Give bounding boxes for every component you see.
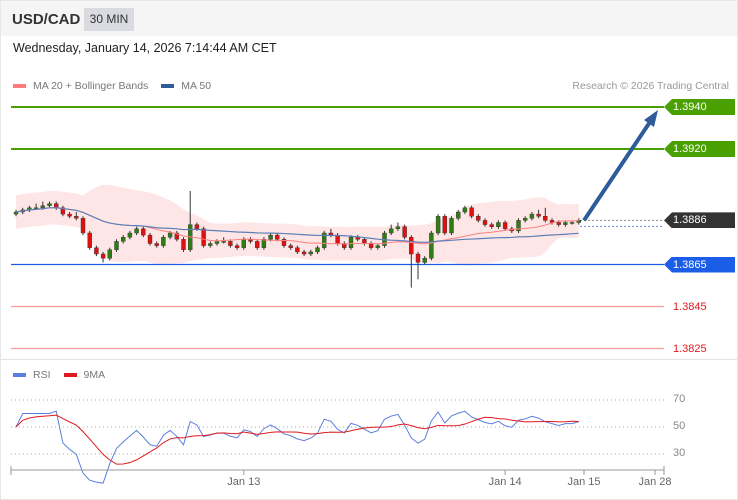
rsi-level-label: 70 <box>673 393 686 405</box>
candle <box>254 241 260 248</box>
candle <box>435 215 441 234</box>
candle <box>482 220 488 225</box>
candle <box>80 218 86 234</box>
candle <box>94 247 99 255</box>
price-tag-resistance: 1.3920 <box>664 141 735 157</box>
candle <box>462 207 468 213</box>
candle <box>569 222 575 224</box>
candle <box>54 203 59 209</box>
candle <box>422 258 427 263</box>
candle <box>120 236 126 242</box>
candle <box>362 239 367 244</box>
candle <box>402 226 407 238</box>
candle <box>476 215 481 221</box>
price-tag-pivot: 1.3865 <box>664 256 735 273</box>
candle <box>228 241 233 246</box>
candle <box>308 251 313 255</box>
candle <box>449 218 454 234</box>
candle <box>442 215 447 234</box>
candle <box>221 241 226 243</box>
candle <box>502 222 508 229</box>
candle <box>201 228 206 246</box>
candle <box>496 222 501 227</box>
forecast-arrow <box>582 117 654 222</box>
candle <box>295 247 300 253</box>
candle <box>181 239 186 251</box>
candle <box>456 211 461 219</box>
candle <box>208 243 213 246</box>
candle <box>194 224 200 230</box>
price-tag-support: 1.3825 <box>673 342 707 355</box>
x-axis-label: Jan 28 <box>638 476 672 488</box>
candle <box>114 241 119 250</box>
candle <box>375 245 380 248</box>
price-chart <box>10 106 665 484</box>
candle <box>47 203 52 206</box>
panel-divider <box>1 359 737 360</box>
candle <box>536 213 541 217</box>
legend-rsi-label: RSI <box>33 369 51 381</box>
price-tag-last: 1.3886 <box>664 212 735 229</box>
candle <box>469 207 474 217</box>
x-axis-label: Jan 13 <box>227 476 261 488</box>
candle <box>154 243 159 246</box>
candle <box>275 234 280 240</box>
candle <box>134 228 139 234</box>
candle <box>563 222 568 225</box>
rsi-line <box>15 410 579 484</box>
candle <box>543 215 548 221</box>
candle <box>100 253 106 259</box>
candle <box>288 245 293 248</box>
candle <box>107 249 113 259</box>
candle <box>395 226 401 229</box>
candle <box>214 241 220 244</box>
rsi-level-label: 50 <box>673 420 686 432</box>
x-axis-label: Jan 14 <box>488 476 522 488</box>
rsi-swatch-icon <box>13 373 26 377</box>
candle <box>87 232 92 248</box>
candle <box>429 232 434 259</box>
legend-rsi: RSI 9MA <box>13 369 105 381</box>
candle <box>415 253 421 263</box>
candle <box>348 236 354 248</box>
candle <box>127 232 133 238</box>
candle <box>261 239 267 248</box>
candle <box>268 234 273 240</box>
candle <box>301 251 307 255</box>
candle <box>368 243 374 248</box>
candle <box>529 213 535 219</box>
candle <box>161 236 166 246</box>
rsi-ma-swatch-icon <box>63 373 77 377</box>
candle <box>147 234 153 244</box>
price-tag-support: 1.3845 <box>673 300 707 313</box>
candle <box>74 215 79 219</box>
candle <box>489 224 494 227</box>
candle <box>241 239 247 248</box>
candle <box>67 213 72 217</box>
x-axis-label: Jan 15 <box>567 476 601 488</box>
candle <box>141 228 146 236</box>
candle <box>335 234 340 244</box>
candle <box>556 222 561 225</box>
legend-rsi-ma-label: 9MA <box>83 369 106 381</box>
candle <box>315 247 320 253</box>
price-tag-resistance: 1.3940 <box>664 99 735 115</box>
candle <box>234 245 240 248</box>
candle <box>409 236 414 255</box>
rsi-level-label: 30 <box>673 447 686 459</box>
candle <box>523 218 528 221</box>
candle <box>167 232 173 238</box>
candle <box>389 228 394 234</box>
candle <box>40 205 45 208</box>
